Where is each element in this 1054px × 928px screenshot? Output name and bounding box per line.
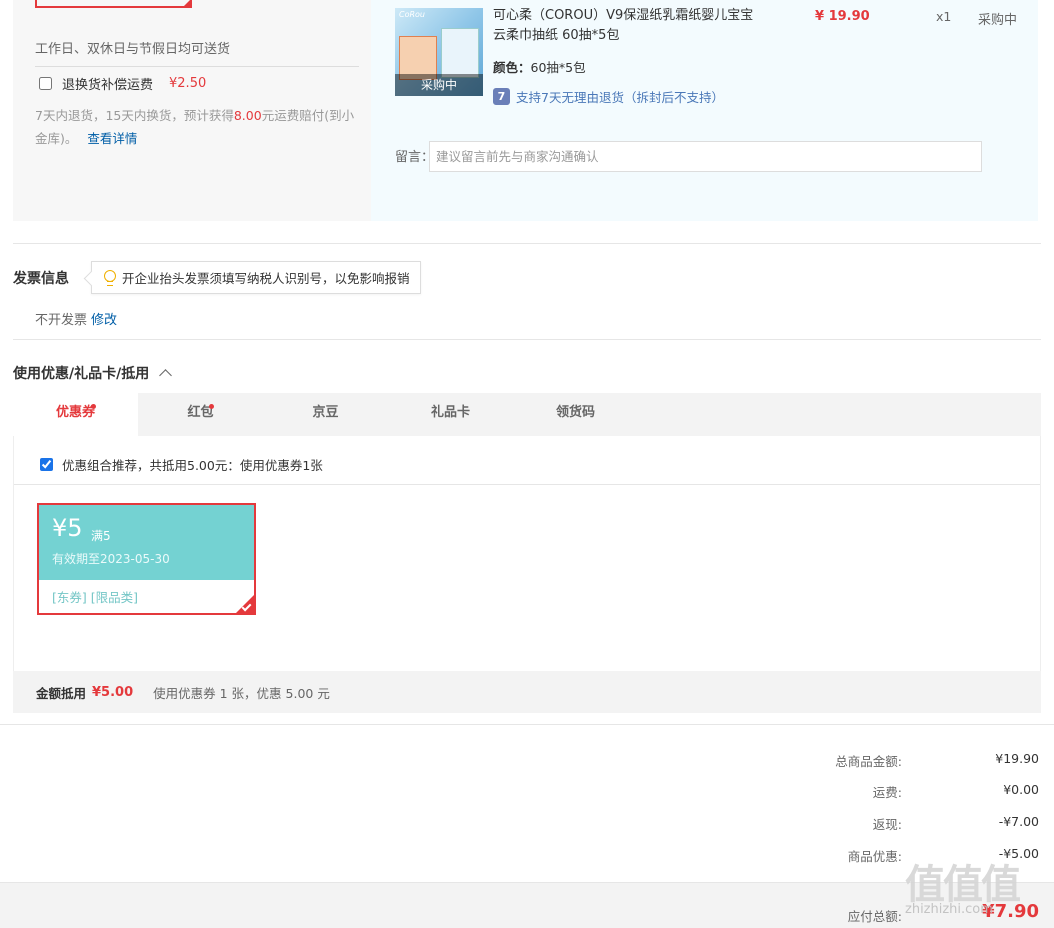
divider <box>0 724 1054 725</box>
view-details-link[interactable]: 查看详情 <box>87 131 137 146</box>
delivery-note: 工作日、双休日与节假日均可送货 <box>35 42 231 57</box>
coupon-section-title: 使用优惠/礼品卡/抵用 <box>13 366 150 382</box>
coupon-card[interactable]: ¥5 满5 有效期至2023-05-30 [东券] [限品类] <box>37 503 256 615</box>
product-color: 颜色：60抽*5包 <box>493 57 586 76</box>
total-value: ¥0.00 <box>1003 782 1039 797</box>
lightbulb-icon <box>104 269 116 286</box>
divider <box>13 339 1041 340</box>
coupon-amount: ¥5 <box>52 514 83 542</box>
invoice-edit-link[interactable]: 修改 <box>91 313 117 328</box>
product-thumbnail[interactable]: CoRou 采购中 <box>395 8 483 96</box>
thumbnail-status: 采购中 <box>395 74 483 96</box>
product-stock-status: 采购中 <box>978 13 1018 28</box>
return-policy[interactable]: 7 支持7天无理由退货（拆封后不支持） <box>493 87 724 106</box>
return-freight-label: 退换货补偿运费 <box>62 78 154 93</box>
thumbnail-package-icon <box>441 28 479 78</box>
invoice-tip: 开企业抬头发票须填写纳税人识别号，以免影响报销 <box>91 261 421 294</box>
tab-pickup-code[interactable]: 领货码 <box>513 393 638 436</box>
tab-label: 优惠券 <box>55 405 95 420</box>
recommend-combo-text: 优惠组合推荐，共抵用5.00元：使用优惠券1张 <box>62 458 323 473</box>
tab-gift-card[interactable]: 礼品卡 <box>388 393 513 436</box>
coupon-panel: 优惠组合推荐，共抵用5.00元：使用优惠券1张 ¥5 满5 有效期至2023-0… <box>13 436 1041 671</box>
coupon-condition: 满5 <box>91 529 111 543</box>
return-policy-text: 支持7天无理由退货（拆封后不支持） <box>516 90 724 105</box>
product-column: CoRou 采购中 可心柔（COROU）V9保湿纸乳霜纸婴儿宝宝云柔巾抽纸 60… <box>371 0 1038 221</box>
total-label: 返现: <box>872 817 902 832</box>
tab-label: 礼品卡 <box>430 405 470 420</box>
tab-jd-beans[interactable]: 京豆 <box>263 393 388 436</box>
return-freight-option[interactable]: 退换货补偿运费 ¥2.50 <box>39 74 206 93</box>
tab-coupons[interactable]: 优惠券 <box>13 393 138 436</box>
coupon-validity: 有效期至2023-05-30 <box>52 552 170 566</box>
message-input[interactable] <box>429 141 982 172</box>
payable-total-label: 应付总额: <box>847 909 902 924</box>
discount-summary: 金额抵用 ¥5.00 使用优惠券 1 张，优惠 5.00 元 <box>13 671 1041 713</box>
product-color-value: 60抽*5包 <box>530 60 586 75</box>
total-label: 商品优惠: <box>847 849 902 864</box>
total-value: -¥7.00 <box>998 814 1039 829</box>
invoice-title: 发票信息 <box>13 271 69 287</box>
selected-delivery-option[interactable] <box>35 0 192 8</box>
cashback-row: 返现: -¥7.00 <box>0 814 1054 834</box>
coupon-section-toggle[interactable]: 使用优惠/礼品卡/抵用 <box>13 363 173 383</box>
new-dot-icon <box>209 404 214 409</box>
goods-discount-row: 商品优惠: -¥5.00 <box>0 846 1054 866</box>
total-value: ¥19.90 <box>995 751 1039 766</box>
product-price: ¥ 19.90 <box>815 9 870 24</box>
payable-total-bar: 应付总额: ¥7.90 <box>0 882 1054 928</box>
return-freight-price: ¥2.50 <box>169 76 207 91</box>
total-value: -¥5.00 <box>998 846 1039 861</box>
recommend-combo-option[interactable]: 优惠组合推荐，共抵用5.00元：使用优惠券1张 <box>40 455 323 474</box>
invoice-status: 不开发票 <box>35 313 88 328</box>
discount-summary-amount: ¥5.00 <box>92 684 134 700</box>
chevron-up-icon <box>159 369 173 382</box>
selected-corner-icon <box>182 0 192 8</box>
discount-summary-label: 金额抵用 <box>36 685 87 701</box>
product-quantity: x1 <box>936 9 952 24</box>
total-label: 总商品金额: <box>835 754 902 769</box>
payable-total-value: ¥7.90 <box>982 901 1039 922</box>
new-dot-icon <box>91 404 96 409</box>
thumbnail-logo-icon: CoRou <box>399 10 426 19</box>
recommend-combo-checkbox[interactable] <box>40 458 53 471</box>
seven-day-return-icon: 7 <box>493 88 510 105</box>
invoice-tip-text: 开企业抬头发票须填写纳税人识别号，以免影响报销 <box>122 271 410 286</box>
tab-red-packets[interactable]: 红包 <box>138 393 263 436</box>
coupon-tags: [东券] [限品类] <box>52 590 138 605</box>
product-name[interactable]: 可心柔（COROU）V9保湿纸乳霜纸婴儿宝宝云柔巾抽纸 60抽*5包 <box>493 6 763 46</box>
coupon-tabs: 优惠券 红包 京豆 礼品卡 领货码 <box>13 393 1041 436</box>
delivery-options-column: 工作日、双休日与节假日均可送货 退换货补偿运费 ¥2.50 7天内退货，15天内… <box>13 0 371 221</box>
shipping-row: 运费: ¥0.00 <box>0 782 1054 802</box>
tab-label: 京豆 <box>312 405 339 420</box>
divider <box>13 243 1041 244</box>
discount-summary-text: 使用优惠券 1 张，优惠 5.00 元 <box>153 685 330 701</box>
total-goods-row: 总商品金额: ¥19.90 <box>0 751 1054 771</box>
coupon-card-header: ¥5 满5 有效期至2023-05-30 <box>39 505 254 580</box>
tab-label: 领货码 <box>555 405 595 420</box>
divider <box>14 484 1040 485</box>
return-desc-text: 7天内退货，15天内换货，预计获得 <box>35 108 234 123</box>
return-freight-description: 7天内退货，15天内换货，预计获得8.00元运费赔付(到小金库)。 查看详情 <box>35 104 365 150</box>
return-desc-amount: 8.00 <box>233 108 262 123</box>
divider <box>35 66 359 67</box>
total-label: 运费: <box>872 785 902 800</box>
order-block: 工作日、双休日与节假日均可送货 退换货补偿运费 ¥2.50 7天内退货，15天内… <box>13 0 1038 221</box>
return-freight-checkbox[interactable] <box>39 77 52 90</box>
invoice-value: 不开发票 修改 <box>35 309 117 328</box>
product-color-label: 颜色： <box>493 60 531 75</box>
